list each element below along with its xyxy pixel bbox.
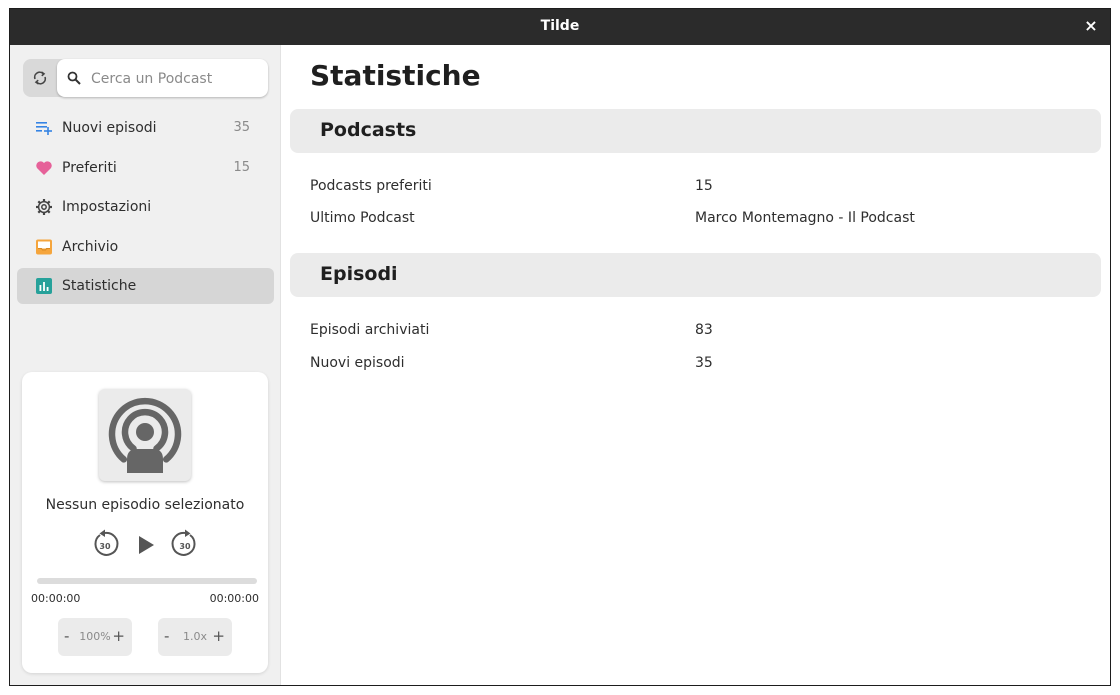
search-field[interactable] (57, 59, 268, 97)
search-icon (67, 71, 81, 85)
stat-label: Podcasts preferiti (310, 178, 432, 194)
sidebar-item-count: 15 (233, 159, 250, 175)
sidebar-item-count: 35 (233, 120, 250, 135)
sidebar-item-label: Impostazioni (62, 199, 152, 215)
time-elapsed: 00:00:00 (31, 592, 81, 605)
volume-up-button[interactable]: + (112, 627, 125, 645)
play-icon (139, 536, 154, 554)
rewind-button[interactable]: 30 (90, 529, 120, 559)
refresh-button[interactable] (23, 59, 57, 97)
close-button[interactable]: × (1080, 15, 1102, 37)
sidebar-item-nuovi-episodi[interactable]: Nuovi episodi 35 (17, 110, 274, 146)
play-button[interactable] (136, 534, 156, 556)
section-header-podcasts: Podcasts (290, 109, 1101, 153)
heart-icon (36, 160, 52, 175)
stat-label: Ultimo Podcast (310, 210, 415, 226)
sidebar-item-archivio[interactable]: Archivio (17, 229, 274, 265)
window-title: Tilde (540, 18, 580, 34)
section-title: Podcasts (320, 119, 417, 141)
stat-value: Marco Montemagno - Il Podcast (695, 210, 915, 226)
volume-stepper: - 100% + (58, 618, 132, 656)
time-total: 00:00:00 (209, 592, 259, 605)
stat-label: Nuovi episodi (310, 355, 405, 371)
episode-cover (99, 389, 191, 481)
sidebar-item-label: Statistiche (62, 278, 137, 294)
title-bar: Tilde × (10, 9, 1110, 45)
section-title: Episodi (320, 263, 398, 285)
main-content: Statistiche Podcasts Podcasts preferiti … (281, 45, 1110, 685)
archive-icon (36, 239, 52, 254)
refresh-icon (33, 71, 47, 85)
sidebar-item-impostazioni[interactable]: Impostazioni (17, 189, 274, 225)
stat-label: Episodi archiviati (310, 322, 430, 338)
progress-bar[interactable] (37, 578, 257, 584)
app-window: Tilde × Cerca un Podcast Nuovi episodi 3… (9, 8, 1111, 686)
gear-icon (36, 199, 52, 215)
sidebar-item-label: Archivio (62, 238, 119, 255)
player-panel: Nessun episodio selezionato 30 30 00:00:… (22, 372, 268, 673)
forward-30-icon: 30 (171, 529, 196, 556)
new-episodes-icon (36, 122, 52, 135)
section-header-episodi: Episodi (290, 253, 1101, 297)
speed-stepper: - 1.0x + (158, 618, 232, 656)
stats-icon (36, 278, 52, 294)
stat-value: 35 (695, 355, 713, 371)
sidebar-item-label: Nuovi episodi (62, 120, 157, 136)
forward-seconds-label: 30 (179, 542, 191, 551)
sidebar-nav: Nuovi episodi 35 Preferiti 15 Impostazio… (17, 110, 274, 308)
rewind-seconds-label: 30 (99, 542, 111, 551)
forward-button[interactable]: 30 (170, 529, 200, 559)
speed-up-button[interactable]: + (212, 627, 225, 645)
stat-value: 83 (695, 322, 713, 338)
episode-title: Nessun episodio selezionato (45, 497, 245, 513)
sidebar-item-label: Preferiti (62, 159, 117, 176)
search-input[interactable] (89, 65, 263, 93)
sidebar-item-statistiche[interactable]: Statistiche (17, 268, 274, 304)
sidebar-item-preferiti[interactable]: Preferiti 15 (17, 150, 274, 186)
stat-value: 15 (695, 178, 713, 194)
rewind-30-icon: 30 (94, 529, 119, 556)
podcast-icon (108, 397, 182, 473)
sidebar: Nuovi episodi 35 Preferiti 15 (10, 45, 281, 685)
page-title: Statistiche (310, 59, 481, 92)
search-bar (23, 59, 268, 97)
